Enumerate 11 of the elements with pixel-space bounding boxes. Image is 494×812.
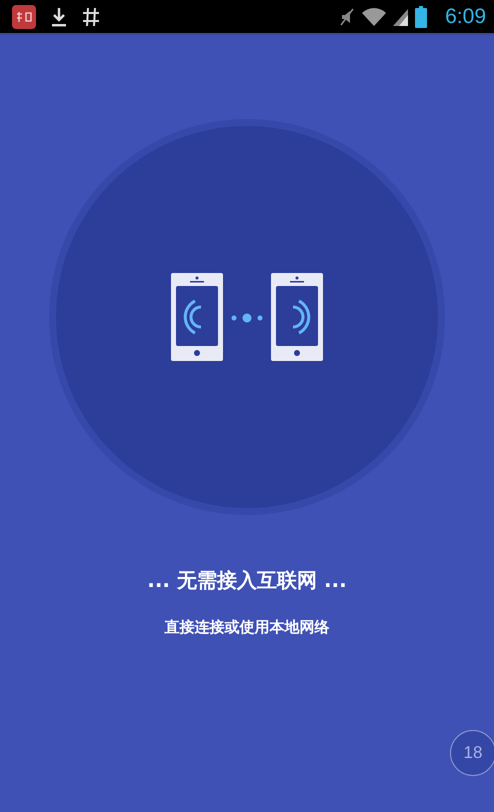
download-icon[interactable]: [50, 6, 68, 28]
app-icon[interactable]: [12, 4, 36, 28]
clock-time: 6:09: [445, 4, 486, 28]
headline: ... 无需接入互联网 ...: [147, 567, 347, 594]
floating-counter-button[interactable]: 18: [450, 730, 494, 776]
battery-icon: [415, 6, 428, 28]
wifi-icon: [361, 6, 388, 26]
hash-icon[interactable]: [82, 6, 100, 28]
subtitle: 直接连接或使用本地网络: [164, 618, 330, 637]
mute-icon: [339, 6, 356, 26]
signal-icon: [393, 6, 410, 26]
